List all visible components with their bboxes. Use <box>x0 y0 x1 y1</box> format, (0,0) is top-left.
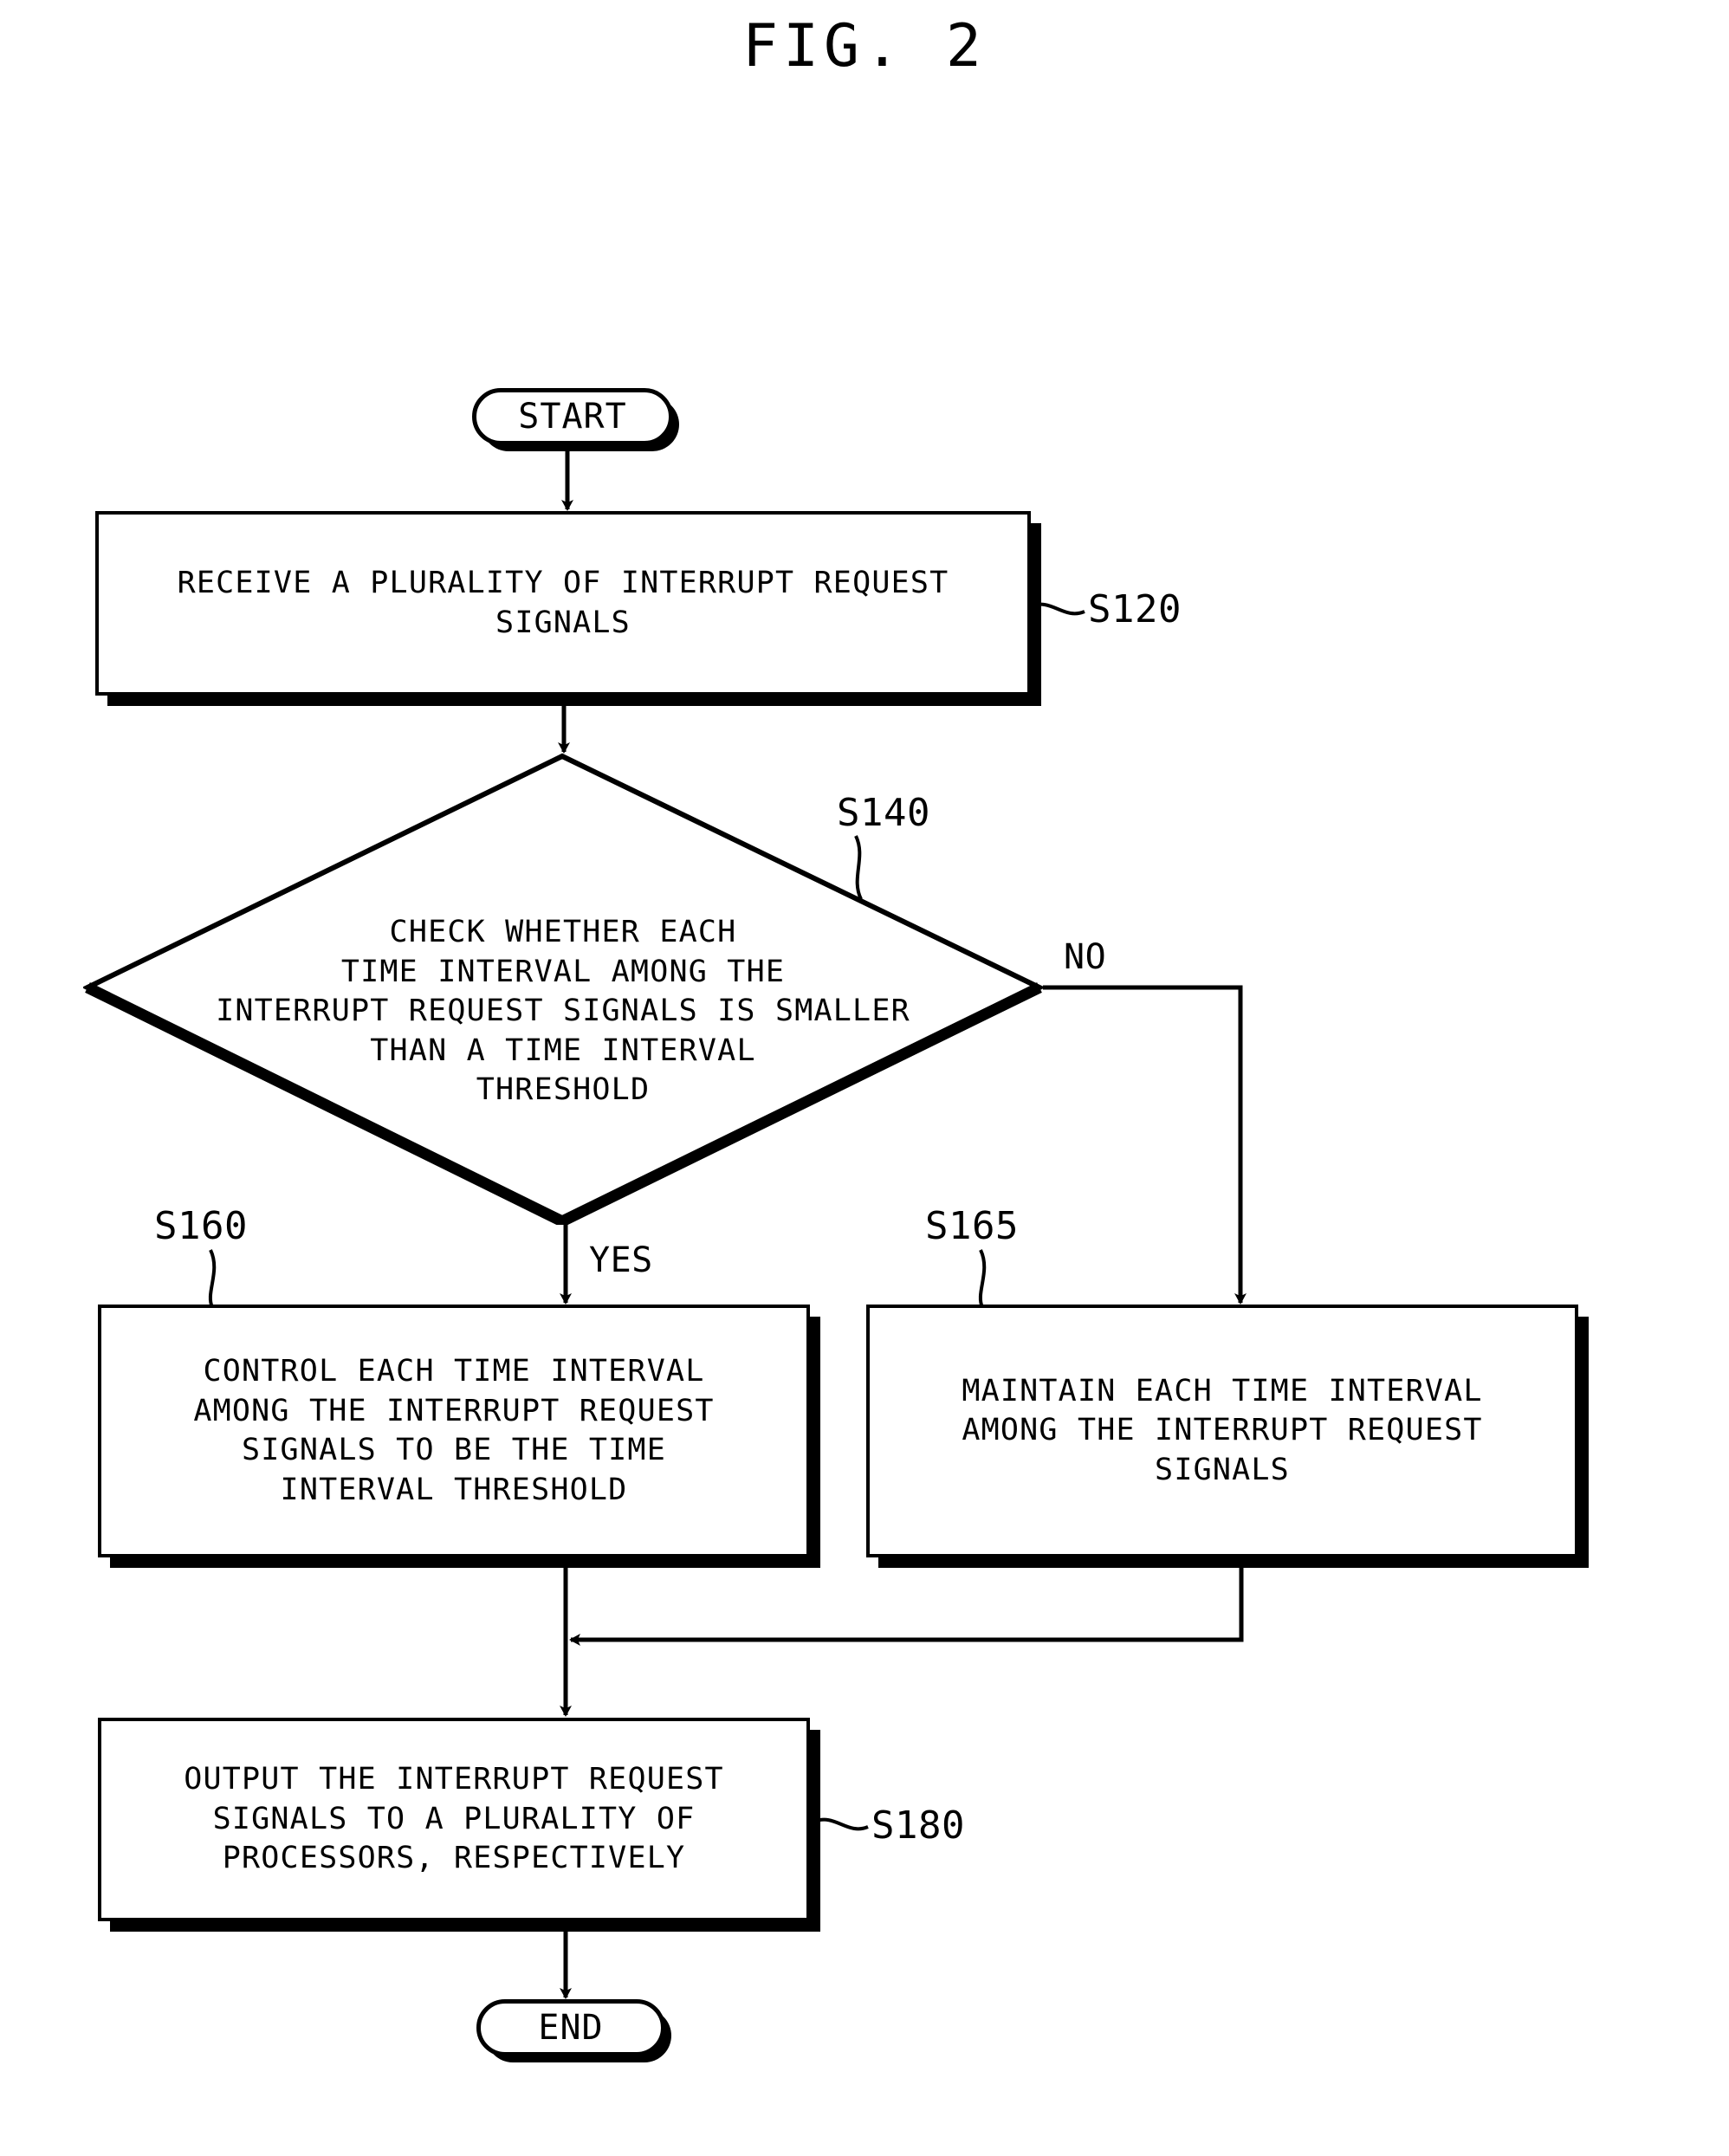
node-end-label: END <box>538 2008 604 2048</box>
leader-line-s180 <box>813 1817 869 1831</box>
node-end: END <box>476 1999 665 2056</box>
node-receive-interrupt-request-signals: RECEIVE A PLURALITY OF INTERRUPT REQUEST… <box>95 511 1031 696</box>
leader-line-s165 <box>978 1249 987 1308</box>
edge-s165-to-merge <box>569 1561 1244 1646</box>
node-s165-label: MAINTAIN EACH TIME INTERVAL AMONG THE IN… <box>962 1373 1483 1487</box>
node-s160-label: CONTROL EACH TIME INTERVAL AMONG THE INT… <box>193 1354 715 1507</box>
branch-label-no: NO <box>1064 937 1107 977</box>
step-ref-s180: S180 <box>871 1803 965 1848</box>
leader-line-s160 <box>208 1249 217 1308</box>
step-ref-s160: S160 <box>154 1204 248 1248</box>
node-s180-label: OUTPUT THE INTERRUPT REQUEST SIGNALS TO … <box>184 1762 724 1876</box>
node-s120-label: RECEIVE A PLURALITY OF INTERRUPT REQUEST… <box>177 566 949 640</box>
node-maintain-each-time-interval: MAINTAIN EACH TIME INTERVAL AMONG THE IN… <box>866 1305 1578 1557</box>
node-output-interrupt-request-signals: OUTPUT THE INTERRUPT REQUEST SIGNALS TO … <box>98 1718 810 1921</box>
leader-line-s120 <box>1030 602 1085 616</box>
figure-title: FIG. 2 <box>742 12 987 81</box>
node-control-each-time-interval: CONTROL EACH TIME INTERVAL AMONG THE INT… <box>98 1305 810 1557</box>
edge-s140-no-to-s165 <box>1043 985 1247 1305</box>
step-ref-s120: S120 <box>1088 587 1182 631</box>
node-start-label: START <box>518 397 627 437</box>
branch-label-yes: YES <box>589 1240 653 1280</box>
figure-page: FIG. 2 START RECEIVE A PLURALITY OF INTE… <box>0 0 1729 2156</box>
step-ref-s140: S140 <box>837 791 930 835</box>
step-ref-s165: S165 <box>925 1204 1019 1248</box>
node-s140-label: CHECK WHETHER EACH TIME INTERVAL AMONG T… <box>216 915 910 1107</box>
node-start: START <box>472 388 673 445</box>
